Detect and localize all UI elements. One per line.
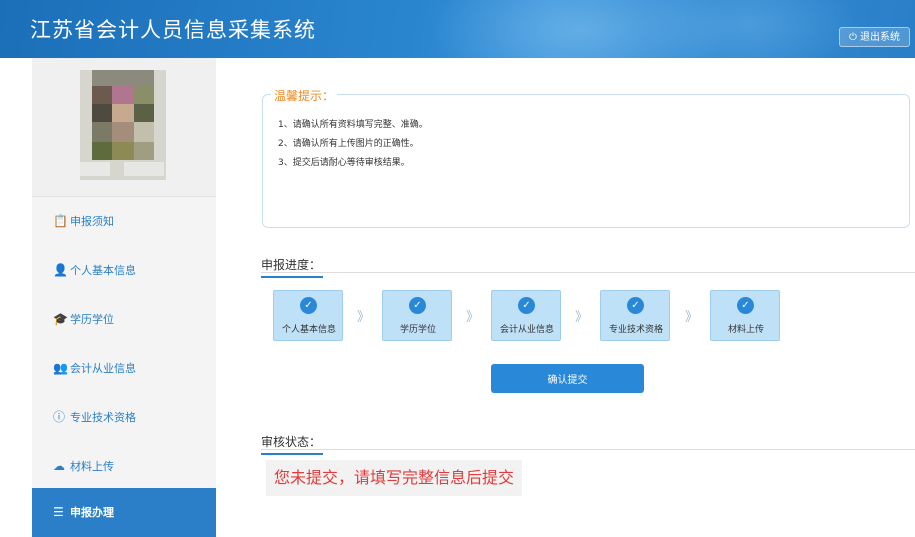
sidebar-item-label: 个人基本信息 (70, 264, 136, 277)
step-accounting-practice[interactable]: ✓ 会计从业信息 (491, 290, 561, 341)
chevron-right-icon: 》 (685, 310, 699, 325)
chevron-right-icon: 》 (466, 310, 480, 325)
user-icon: 👤 (53, 263, 68, 277)
tips-item: 3、提交后请耐心等待审核结果。 (278, 158, 410, 168)
tips-item: 1、请确认所有资料填写完整、准确。 (278, 120, 428, 130)
logout-label: 退出系统 (859, 32, 900, 43)
sidebar-item-personal-info[interactable]: 👤 个人基本信息 (32, 246, 216, 295)
avatar-panel (32, 58, 216, 197)
sidebar-item-notice[interactable]: 📋 申报须知 (32, 197, 216, 246)
step-label: 个人基本信息 (281, 325, 336, 335)
check-icon: ✓ (300, 297, 317, 314)
sidebar-item-upload[interactable]: ☁ 材料上传 (32, 442, 216, 491)
users-icon: 👥 (53, 361, 68, 375)
divider (261, 272, 915, 273)
sidebar-item-accounting-practice[interactable]: 👥 会计从业信息 (32, 344, 216, 393)
tips-title: 温馨提示： (271, 87, 338, 104)
check-icon: ✓ (518, 297, 535, 314)
step-personal-info[interactable]: ✓ 个人基本信息 (273, 290, 343, 341)
check-icon: ✓ (627, 297, 644, 314)
section-underline (261, 276, 323, 278)
progress-title: 申报进度： (261, 256, 323, 278)
clipboard-icon: 📋 (53, 214, 68, 228)
info-circle-icon: ⓘ (53, 410, 66, 424)
header-decoration (640, 0, 860, 58)
sidebar-item-label: 会计从业信息 (70, 362, 136, 375)
sidebar-item-label: 申报办理 (70, 506, 114, 519)
section-underline (261, 453, 323, 455)
app-title: 江苏省会计人员信息采集系统 (30, 18, 316, 42)
avatar (80, 70, 166, 180)
step-label: 材料上传 (727, 325, 764, 335)
sidebar-item-label: 学历学位 (70, 313, 114, 326)
check-icon: ✓ (737, 297, 754, 314)
step-education[interactable]: ✓ 学历学位 (382, 290, 452, 341)
logout-button[interactable]: ⏻ 退出系统 (839, 27, 910, 47)
sidebar-item-label: 申报须知 (70, 215, 114, 228)
review-title: 审核状态： (261, 433, 323, 455)
step-professional-qualification[interactable]: ✓ 专业技术资格 (600, 290, 670, 341)
step-label: 学历学位 (399, 325, 436, 335)
confirm-submit-button[interactable]: 确认提交 (491, 364, 644, 393)
cloud-upload-icon: ☁ (53, 459, 65, 473)
step-label: 专业技术资格 (608, 325, 663, 335)
sidebar-item-apply[interactable]: ☰ 申报办理 (32, 488, 216, 537)
tips-item: 2、请确认所有上传图片的正确性。 (278, 139, 419, 149)
sidebar-item-professional-qualification[interactable]: ⓘ 专业技术资格 (32, 393, 216, 442)
step-label: 会计从业信息 (499, 325, 554, 335)
chevron-right-icon: 》 (357, 310, 371, 325)
step-upload[interactable]: ✓ 材料上传 (710, 290, 780, 341)
progress-title-text: 申报进度： (261, 258, 322, 272)
sidebar-item-label: 材料上传 (70, 460, 114, 473)
list-icon: ☰ (53, 505, 64, 519)
chevron-right-icon: 》 (575, 310, 589, 325)
app-header: 江苏省会计人员信息采集系统 ⏻ 退出系统 (0, 0, 915, 58)
graduation-cap-icon: 🎓 (53, 312, 68, 326)
review-status-message: 您未提交，请填写完整信息后提交 (266, 460, 523, 496)
sidebar: 📋 申报须知 👤 个人基本信息 🎓 学历学位 👥 会计从业信息 ⓘ 专业技术资格 ☁ 材料上… (32, 58, 216, 537)
divider (261, 449, 915, 450)
power-icon: ⏻ (849, 32, 857, 43)
check-icon: ✓ (409, 297, 426, 314)
tips-panel: 温馨提示： 1、请确认所有资料填写完整、准确。 2、请确认所有上传图片的正确性。… (262, 87, 910, 228)
sidebar-item-label: 专业技术资格 (70, 411, 136, 424)
sidebar-item-education[interactable]: 🎓 学历学位 (32, 295, 216, 344)
review-title-text: 审核状态： (261, 435, 322, 449)
